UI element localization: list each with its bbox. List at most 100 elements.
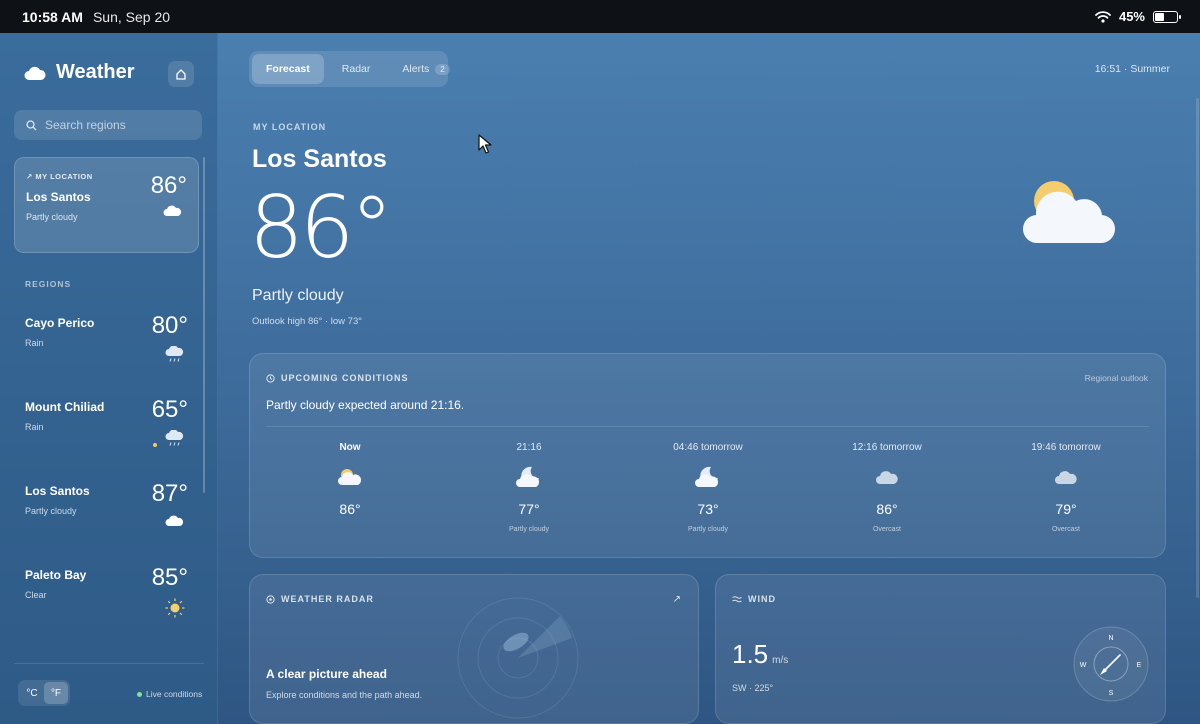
partly-cloudy-icon (1022, 181, 1116, 244)
region-condition: Clear (25, 590, 47, 600)
celsius-button[interactable]: °C (20, 682, 44, 704)
hour-item: 04:46 tomorrow 73° Partly cloudy (648, 442, 768, 534)
region-condition: Rain (25, 338, 44, 348)
search-icon (26, 119, 37, 130)
upcoming-title: UPCOMING CONDITIONS (266, 373, 409, 383)
hour-item: Now 86° (290, 442, 410, 534)
status-time: 10:58 AM (22, 8, 83, 25)
my-location-condition: Partly cloudy (26, 212, 78, 222)
my-location-name: Los Santos (26, 190, 91, 204)
mouse-cursor-icon (478, 134, 492, 154)
overcast-icon (876, 471, 898, 484)
rain-cloud-icon (165, 346, 184, 362)
region-item-paleto-bay[interactable]: Paleto Bay Clear 85° (14, 564, 199, 638)
compass-e: E (1137, 662, 1142, 669)
wind-panel: WIND 1.5 m/s SW · 225° N E S W (715, 574, 1166, 724)
region-temp: 65° (151, 396, 188, 423)
sidebar-footer: °C °F Live conditions (14, 663, 204, 706)
hour-time: 21:16 (516, 442, 542, 453)
radar-icon (266, 594, 275, 604)
tab-radar[interactable]: Radar (328, 54, 385, 84)
divider (266, 426, 1149, 427)
region-item-mount-chiliad[interactable]: Mount Chiliad Rain 65° (14, 396, 199, 470)
region-name: Los Santos (25, 484, 90, 498)
wifi-icon (1095, 10, 1111, 23)
hour-temp: 86° (339, 501, 361, 517)
brand: Weather (24, 61, 135, 84)
region-item-cayo-perico[interactable]: Cayo Perico Rain 80° (14, 312, 199, 386)
weather-radar-panel[interactable]: WEATHER RADAR ↗ A clear picture ahead Ex… (249, 574, 699, 724)
outlook: Outlook high 86° · low 73° (252, 316, 363, 327)
hour-time: 12:16 tomorrow (852, 442, 922, 453)
app-title: Weather (56, 61, 135, 83)
clock-icon (266, 373, 275, 383)
hour-item: 12:16 tomorrow 86° Overcast (827, 442, 947, 534)
live-dot-icon (137, 691, 142, 697)
wind-unit: m/s (772, 655, 789, 666)
sun-icon (165, 598, 185, 618)
current-temp: 86° (249, 178, 393, 278)
home-button[interactable] (168, 61, 194, 87)
search-input[interactable] (45, 118, 195, 132)
cloud-logo-icon (24, 66, 46, 80)
regions-label: REGIONS (25, 279, 72, 289)
cloud-icon (163, 205, 182, 216)
wind-speed: 1.5 m/s (732, 639, 789, 669)
tab-alerts[interactable]: Alerts 2 (388, 54, 463, 84)
hour-time: Now (339, 442, 361, 453)
home-icon (176, 69, 186, 80)
compass-w: W (1080, 662, 1087, 669)
hour-condition: Overcast (872, 526, 901, 533)
sun-dot-icon (153, 443, 157, 447)
my-location-tag: ↗ MY LOCATION (26, 172, 93, 181)
hour-temp: 79° (1055, 501, 1077, 517)
overcast-icon (1055, 471, 1077, 484)
tab-forecast[interactable]: Forecast (252, 54, 324, 84)
view-tabs: Forecast Radar Alerts 2 (249, 51, 450, 87)
night-partly-cloudy-icon (516, 466, 540, 487)
radar-title: WEATHER RADAR (266, 594, 374, 604)
status-bar: 10:58 AM Sun, Sep 20 45% (0, 0, 1200, 33)
hour-temp: 86° (876, 501, 898, 517)
clock-season: 16:51 · Summer (1094, 63, 1170, 75)
hour-item: 21:16 77° Partly cloudy (469, 442, 589, 534)
hour-condition (290, 526, 410, 534)
region-name: Mount Chiliad (25, 400, 105, 414)
region-item-los-santos[interactable]: Los Santos Partly cloudy 87° (14, 480, 199, 554)
wind-title: WIND (732, 594, 776, 604)
my-location-label: MY LOCATION (253, 122, 327, 132)
status-date: Sun, Sep 20 (92, 8, 171, 25)
wind-direction: SW · 225° (732, 683, 774, 693)
fahrenheit-button[interactable]: °F (44, 682, 68, 704)
hour-item: 19:46 tomorrow 79° Overcast (1006, 442, 1126, 534)
current-condition: Partly cloudy (252, 287, 344, 304)
radar-sweep-graphic (457, 597, 579, 719)
upcoming-conditions-panel: UPCOMING CONDITIONS Regional outlook Par… (249, 353, 1166, 558)
radar-heading: A clear picture ahead (266, 667, 387, 681)
regional-outlook-link[interactable]: Regional outlook (1085, 373, 1148, 383)
unit-toggle: °C °F (18, 680, 70, 706)
rain-cloud-icon (165, 430, 184, 446)
expand-icon[interactable]: ↗ (673, 594, 681, 605)
hour-temp: 77° (518, 501, 540, 517)
region-temp: 85° (151, 564, 188, 591)
cloud-icon (165, 515, 184, 526)
region-temp: 87° (151, 480, 188, 507)
my-location-card[interactable]: ↗ MY LOCATION Los Santos Partly cloudy 8… (14, 157, 199, 253)
alerts-badge: 2 (435, 63, 450, 75)
search-box[interactable] (14, 110, 202, 140)
region-name: Cayo Perico (25, 316, 95, 330)
region-condition: Partly cloudy (25, 506, 77, 516)
hour-time: 04:46 tomorrow (673, 442, 743, 453)
battery-icon (1153, 10, 1181, 23)
weather-app: Weather ↗ MY LOCATION Los Santos Partly … (0, 33, 1200, 724)
main-scrollbar[interactable] (1196, 98, 1199, 598)
sidebar-scrollbar[interactable] (203, 157, 205, 493)
region-temp: 80° (151, 312, 188, 339)
hour-condition: Overcast (1051, 526, 1080, 533)
live-conditions: Live conditions (137, 689, 202, 699)
upcoming-summary: Partly cloudy expected around 21:16. (266, 398, 465, 412)
region-condition: Rain (25, 422, 44, 432)
wind-icon (732, 595, 742, 602)
compass-icon: N E S W (1073, 626, 1149, 702)
